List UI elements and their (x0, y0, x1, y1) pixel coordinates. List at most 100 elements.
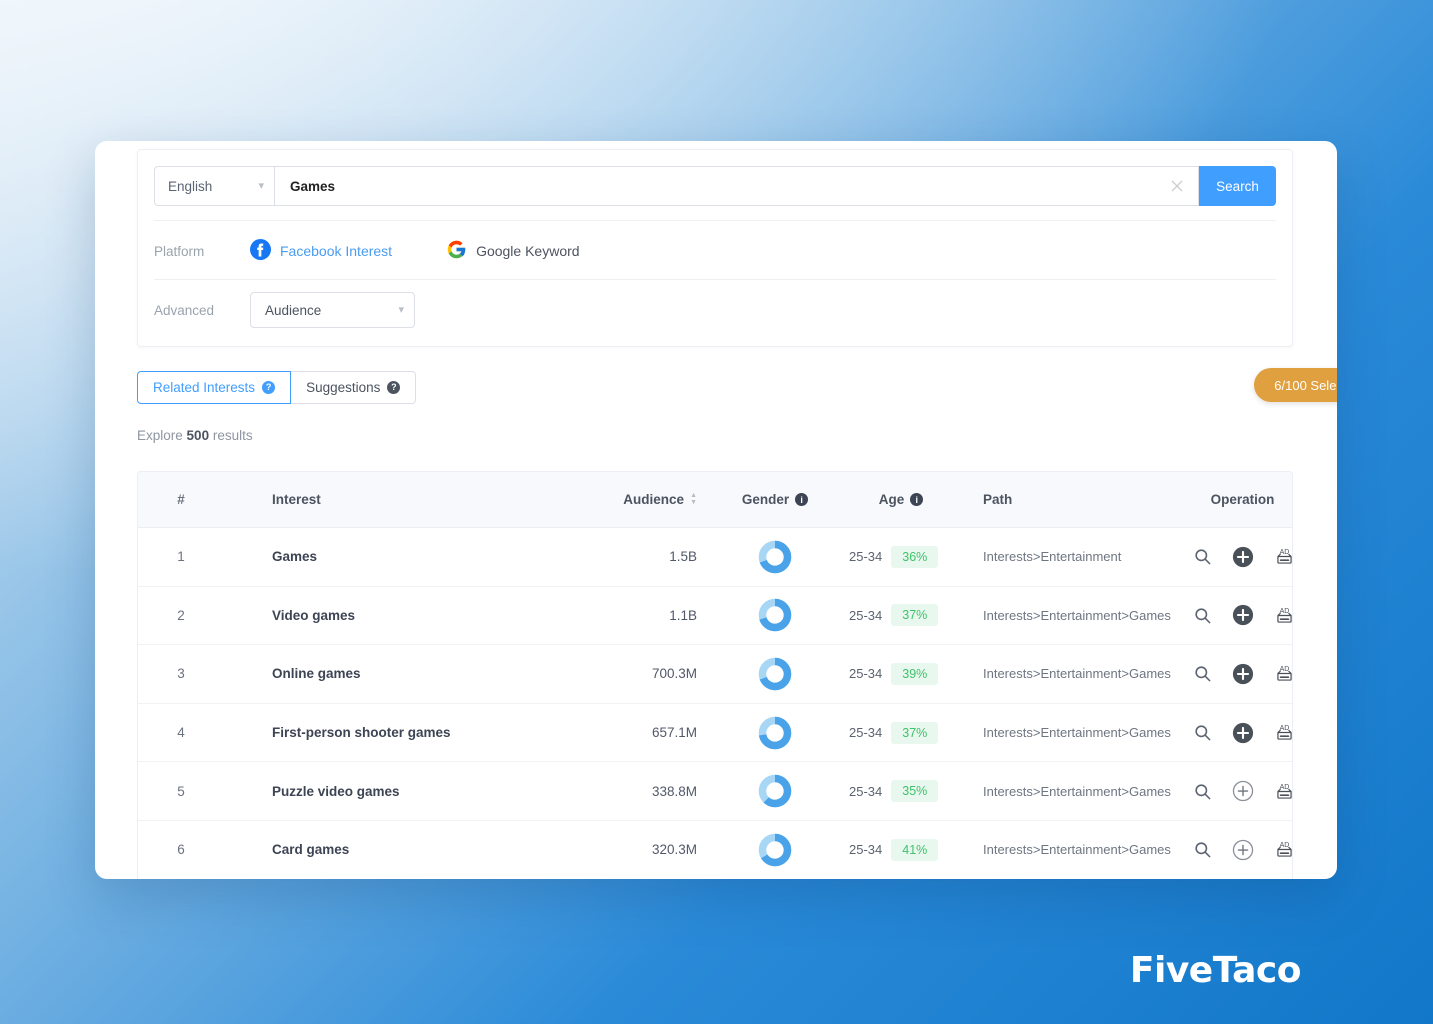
tab-suggestions[interactable]: Suggestions ? (291, 371, 417, 404)
row-audience: 700.3M (651, 666, 697, 682)
table-row[interactable]: 3 Online games 700.3M 25-34 39% Interest… (138, 645, 1292, 704)
table-body: 1 Games 1.5B 25-34 36% Interests>Enterta… (138, 528, 1292, 879)
age-percentage: 41% (891, 838, 939, 861)
tab-related-interests-label: Related Interests (153, 380, 256, 395)
platform-label: Platform (154, 243, 205, 259)
table-row[interactable]: 6 Card games 320.3M 25-34 41% Interests>… (138, 821, 1292, 879)
row-number: 5 (177, 783, 185, 799)
advanced-row: Advanced Audience ▾ (138, 280, 1292, 346)
search-button[interactable]: Search (1199, 166, 1276, 206)
magnifier-icon[interactable] (1193, 723, 1212, 742)
column-header-audience-label: Audience (623, 492, 685, 507)
keyword-input-wrap (274, 166, 1199, 206)
ad-icon[interactable]: AD (1274, 781, 1292, 802)
platform-option-facebook[interactable]: Facebook Interest (250, 239, 392, 263)
age-range: 25-34 (849, 725, 883, 741)
ad-icon[interactable]: AD (1274, 663, 1292, 684)
row-gender (719, 774, 831, 808)
platform-option-google[interactable]: Google Keyword (446, 239, 580, 263)
magnifier-icon[interactable] (1193, 547, 1212, 566)
help-circle-icon[interactable]: ? (387, 381, 401, 394)
age-range: 25-34 (849, 783, 883, 799)
row-path: Interests>Entertainment (983, 549, 1122, 565)
row-operations: AD (1193, 663, 1292, 685)
explore-prefix: Explore (137, 428, 183, 443)
ad-icon[interactable]: AD (1274, 605, 1292, 626)
table-row[interactable]: 2 Video games 1.1B 25-34 37% Interests>E… (138, 587, 1292, 646)
row-interest: First-person shooter games (272, 725, 451, 741)
age-range: 25-34 (849, 666, 883, 682)
svg-text:AD: AD (1280, 784, 1290, 791)
search-group: English ▾ Search (154, 166, 1276, 206)
row-audience: 320.3M (651, 842, 697, 858)
column-header-num: # (177, 492, 185, 507)
svg-text:AD: AD (1280, 608, 1290, 615)
table-row[interactable]: 1 Games 1.5B 25-34 36% Interests>Enterta… (138, 528, 1292, 587)
row-audience: 338.8M (651, 783, 697, 799)
info-circle-icon[interactable]: i (795, 493, 809, 506)
ad-icon[interactable]: AD (1274, 722, 1292, 743)
row-audience: 1.5B (669, 549, 697, 565)
plus-circle-icon[interactable] (1232, 546, 1254, 568)
column-header-interest: Interest (272, 492, 321, 507)
advanced-select-value: Audience (265, 302, 322, 318)
magnifier-icon[interactable] (1193, 664, 1212, 683)
selected-count-label: 6/100 Selected (1274, 377, 1337, 393)
plus-circle-icon[interactable] (1232, 780, 1254, 802)
table-row[interactable]: 4 First-person shooter games 657.1M 25-3… (138, 704, 1292, 763)
ad-icon[interactable]: AD (1274, 839, 1292, 860)
row-age: 25-34 35% (831, 780, 971, 803)
close-icon[interactable] (1168, 177, 1186, 195)
table-row[interactable]: 5 Puzzle video games 338.8M 25-34 35% In… (138, 762, 1292, 821)
plus-circle-icon[interactable] (1232, 604, 1254, 626)
plus-circle-icon[interactable] (1232, 839, 1254, 861)
gender-donut-chart (758, 657, 792, 691)
results-count: Explore 500 results (137, 428, 253, 443)
plus-circle-icon[interactable] (1232, 722, 1254, 744)
row-operations: AD (1193, 780, 1292, 802)
facebook-icon (250, 239, 271, 263)
row-age: 25-34 41% (831, 838, 971, 861)
ad-icon[interactable]: AD (1274, 546, 1292, 567)
language-value: English (168, 178, 213, 194)
row-interest: Video games (272, 607, 356, 623)
info-circle-icon[interactable]: i (910, 493, 924, 506)
tab-related-interests[interactable]: Related Interests ? (137, 371, 292, 404)
row-gender (719, 833, 831, 867)
svg-text:AD: AD (1280, 549, 1290, 556)
row-operations: AD (1193, 839, 1292, 861)
help-circle-icon[interactable]: ? (262, 381, 276, 394)
explore-suffix: results (212, 428, 253, 443)
row-gender (719, 598, 831, 632)
row-age: 25-34 37% (831, 721, 971, 744)
row-operations: AD (1193, 546, 1292, 568)
row-path: Interests>Entertainment>Games (983, 607, 1171, 623)
sort-arrows-icon[interactable]: ▲ ▼ (690, 492, 697, 506)
gender-donut-chart (758, 774, 792, 808)
gender-donut-chart (758, 599, 792, 632)
column-header-audience[interactable]: Audience ▲ ▼ (589, 492, 719, 507)
magnifier-icon[interactable] (1193, 782, 1212, 801)
age-percentage: 36% (891, 545, 939, 568)
plus-circle-icon[interactable] (1232, 663, 1254, 685)
magnifier-icon[interactable] (1193, 840, 1212, 859)
platform-row: Platform Facebook Interest Google Keywor… (138, 221, 1292, 279)
svg-text:AD: AD (1280, 842, 1290, 849)
gender-donut-chart (758, 716, 792, 749)
column-header-operation: Operation (1210, 492, 1275, 507)
language-select[interactable]: English ▾ (154, 166, 274, 206)
magnifier-icon[interactable] (1193, 606, 1212, 625)
search-input[interactable] (290, 178, 1168, 194)
platform-option-google-label: Google Keyword (476, 243, 580, 259)
row-age: 25-34 39% (831, 662, 971, 685)
tab-suggestions-label: Suggestions (306, 380, 381, 395)
age-percentage: 37% (891, 721, 939, 744)
advanced-select[interactable]: Audience ▾ (250, 292, 415, 328)
column-header-path: Path (983, 492, 1013, 507)
row-gender (719, 657, 831, 691)
status-badge[interactable]: 6/100 Selected (1254, 368, 1337, 402)
row-number: 1 (177, 549, 185, 565)
row-age: 25-34 37% (831, 604, 971, 627)
age-range: 25-34 (849, 549, 883, 565)
svg-text:AD: AD (1280, 666, 1290, 673)
